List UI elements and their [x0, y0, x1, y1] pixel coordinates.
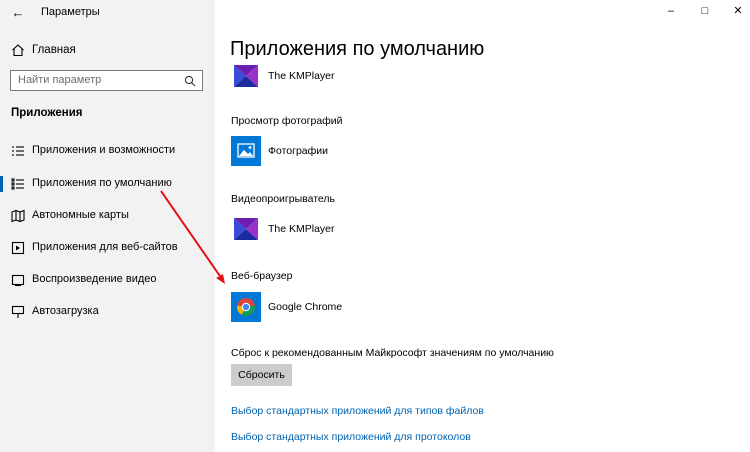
annotation-arrow: [160, 190, 225, 284]
